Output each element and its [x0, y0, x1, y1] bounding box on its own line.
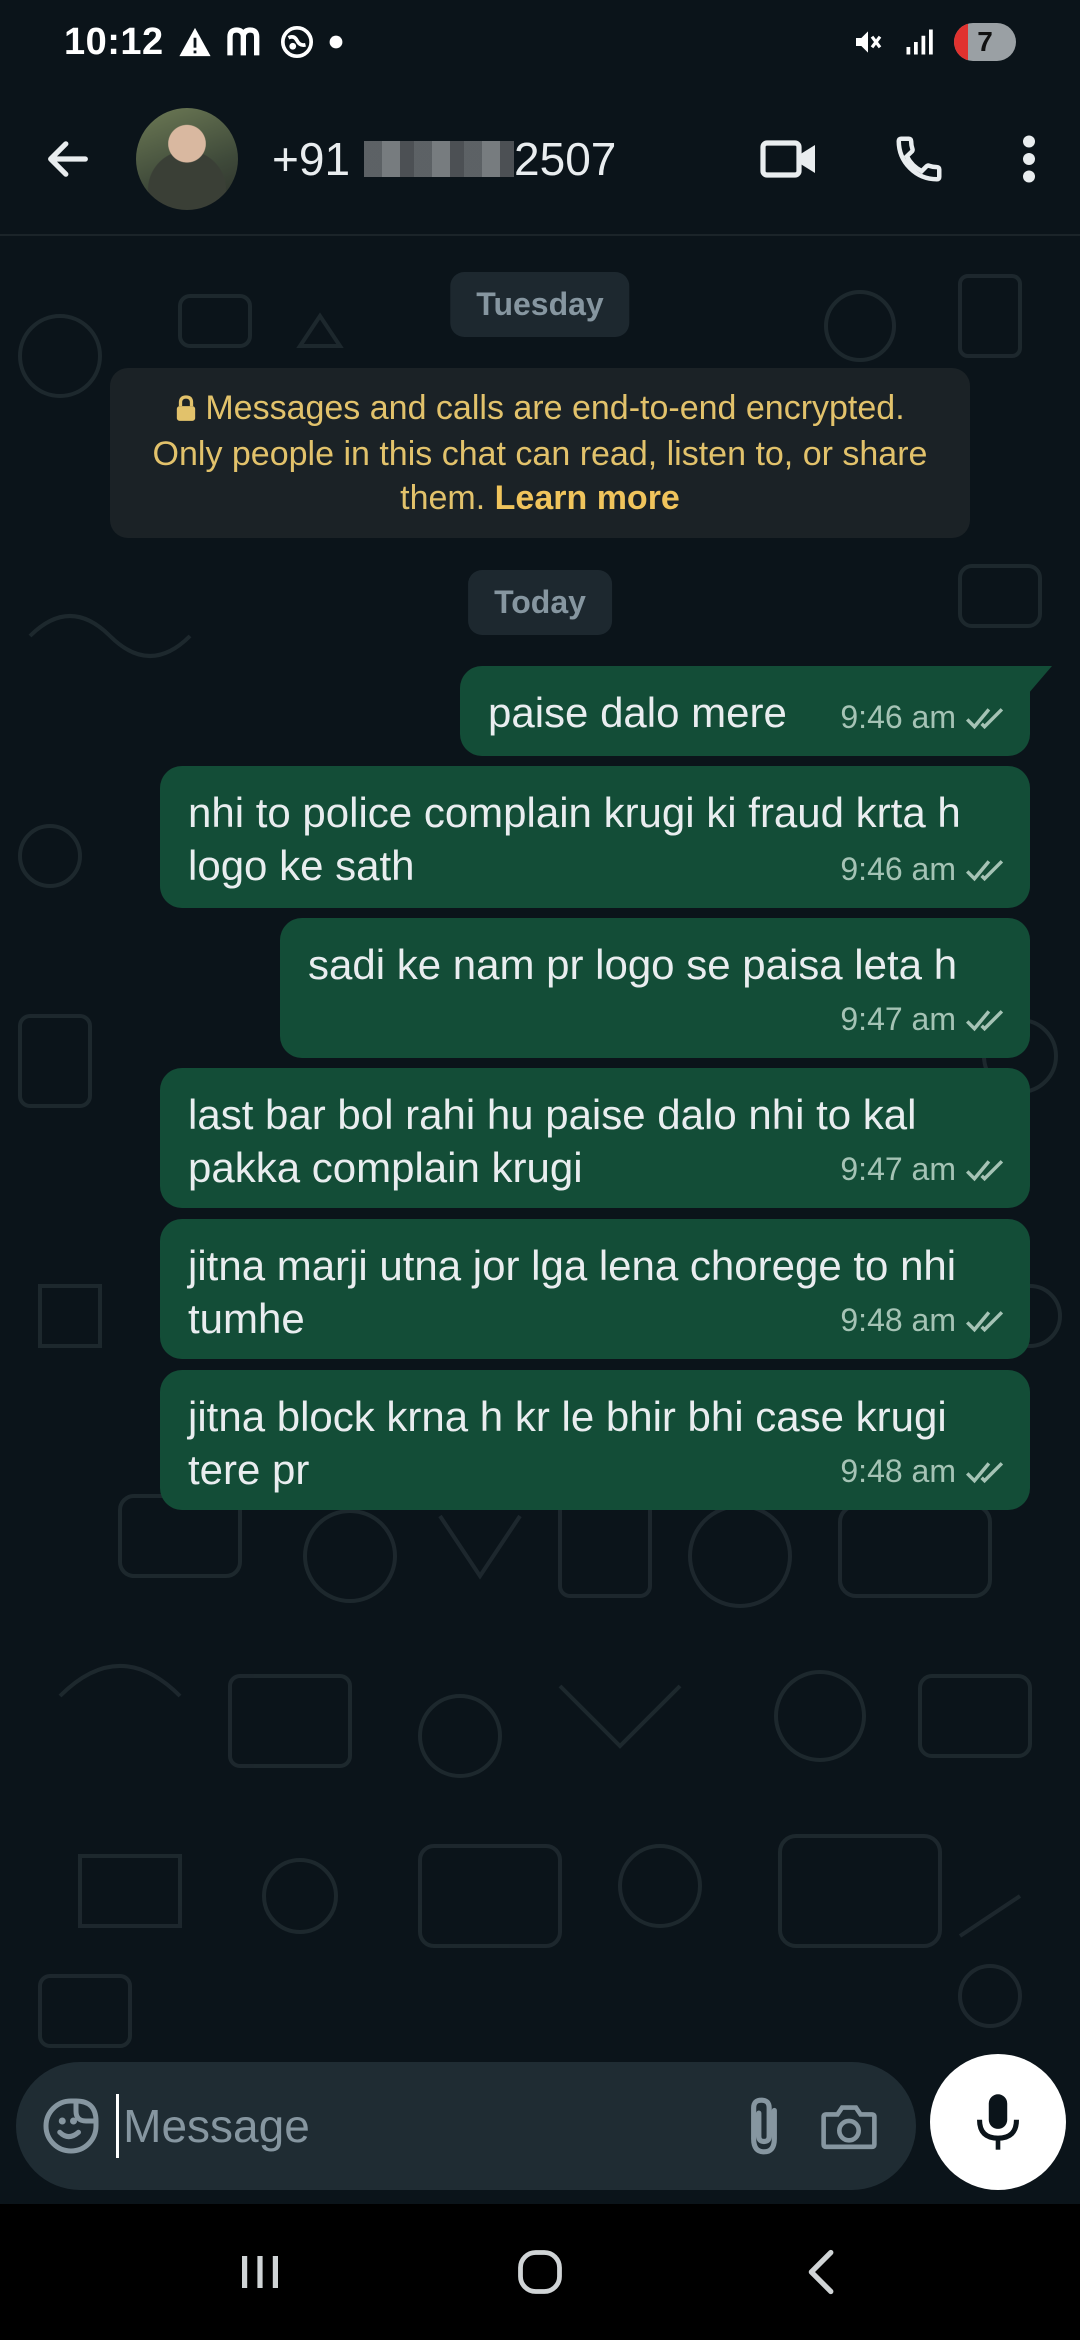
encryption-notice[interactable]: Messages and calls are end-to-end encryp…	[110, 368, 970, 538]
status-left: 10:12	[64, 21, 344, 64]
warning-icon	[178, 26, 212, 58]
voice-message-button[interactable]	[930, 2054, 1066, 2190]
contact-name[interactable]: +91 2507	[272, 132, 616, 186]
mic-icon	[977, 2094, 1019, 2150]
chat-area[interactable]: Tuesday Messages and calls are end-to-en…	[0, 236, 1080, 2060]
phone-icon	[896, 136, 942, 182]
message-meta: 9:48 am	[840, 1294, 1008, 1347]
nav-back-button[interactable]	[760, 2222, 880, 2322]
sticker-button[interactable]	[40, 2086, 102, 2166]
vpn-icon	[280, 25, 314, 59]
message-bubble[interactable]: sadi ke nam pr logo se paisa leta h 9:47…	[280, 918, 1030, 1058]
day-separator-tuesday: Tuesday	[450, 272, 630, 337]
dot-icon	[328, 34, 344, 50]
double-check-icon	[965, 707, 1004, 729]
double-check-icon	[965, 859, 1004, 881]
more-vert-icon	[1023, 135, 1035, 183]
more-options-button[interactable]	[984, 83, 1074, 235]
message-bubble[interactable]: jitna marji utna jor lga lena chorege to…	[160, 1219, 1030, 1359]
message-time: 9:48 am	[840, 1302, 956, 1338]
bubble-tail	[1028, 666, 1052, 694]
double-check-icon	[965, 1009, 1004, 1031]
recents-icon	[242, 2256, 278, 2288]
battery-fill	[954, 23, 968, 61]
lock-icon	[175, 388, 197, 432]
message-meta: 9:47 am	[840, 1143, 1008, 1196]
header-actions	[724, 83, 1080, 235]
message-meta: 9:48 am	[840, 1445, 1008, 1498]
message-time: 9:47 am	[840, 1001, 956, 1037]
message-text: sadi ke nam pr logo se paisa leta h	[308, 941, 958, 988]
back-icon	[808, 2249, 834, 2295]
message-time: 9:47 am	[840, 1151, 956, 1187]
recents-button[interactable]	[200, 2222, 320, 2322]
composer	[16, 2062, 916, 2190]
learn-more-link[interactable]: Learn more	[495, 479, 680, 517]
message-bubble[interactable]: nhi to police complain krugi ki fraud kr…	[160, 766, 1030, 908]
contact-prefix: +91	[272, 133, 351, 185]
voice-call-button[interactable]	[854, 83, 984, 235]
message-meta: 9:47 am	[840, 993, 1008, 1046]
double-check-icon	[965, 1159, 1004, 1181]
camera-button[interactable]	[807, 2076, 892, 2176]
video-call-icon	[760, 140, 815, 178]
attach-icon	[750, 2097, 777, 2155]
signal-icon	[904, 27, 934, 57]
back-button[interactable]	[0, 83, 136, 235]
message-meta: 9:46 am	[840, 691, 1008, 744]
back-arrow-icon	[48, 141, 88, 177]
message-time: 9:46 am	[840, 851, 956, 887]
message-time: 9:48 am	[840, 1453, 956, 1489]
chat-header: +91 2507	[0, 84, 1080, 236]
message-bubble[interactable]: paise dalo mere 9:46 am	[460, 666, 1052, 756]
sticker-icon	[43, 2098, 99, 2154]
battery-icon: 7	[954, 23, 1016, 61]
status-time: 10:12	[64, 20, 164, 63]
contact-suffix: 2507	[514, 133, 617, 185]
message-meta: 9:46 am	[840, 843, 1008, 896]
home-button[interactable]	[480, 2222, 600, 2322]
system-nav-bar	[0, 2204, 1080, 2340]
video-call-button[interactable]	[724, 83, 854, 235]
message-bubble[interactable]: jitna block krna h kr le bhir bhi case k…	[160, 1370, 1030, 1510]
avatar[interactable]	[136, 108, 238, 210]
battery-level: 7	[977, 26, 993, 57]
message-time: 9:46 am	[840, 699, 956, 735]
day-separator-today: Today	[468, 570, 612, 635]
message-input[interactable]	[116, 2094, 722, 2158]
camera-icon	[821, 2105, 877, 2150]
attach-button[interactable]	[721, 2076, 806, 2176]
redacted-number	[364, 141, 515, 177]
home-icon	[518, 2250, 562, 2294]
status-right: 7	[852, 23, 1016, 61]
double-check-icon	[965, 1461, 1004, 1483]
m-icon	[226, 26, 266, 58]
status-bar: 10:12 7	[0, 0, 1080, 84]
double-check-icon	[965, 1310, 1004, 1332]
message-bubble[interactable]: last bar bol rahi hu paise dalo nhi to k…	[160, 1068, 1030, 1208]
mute-icon	[852, 26, 884, 58]
